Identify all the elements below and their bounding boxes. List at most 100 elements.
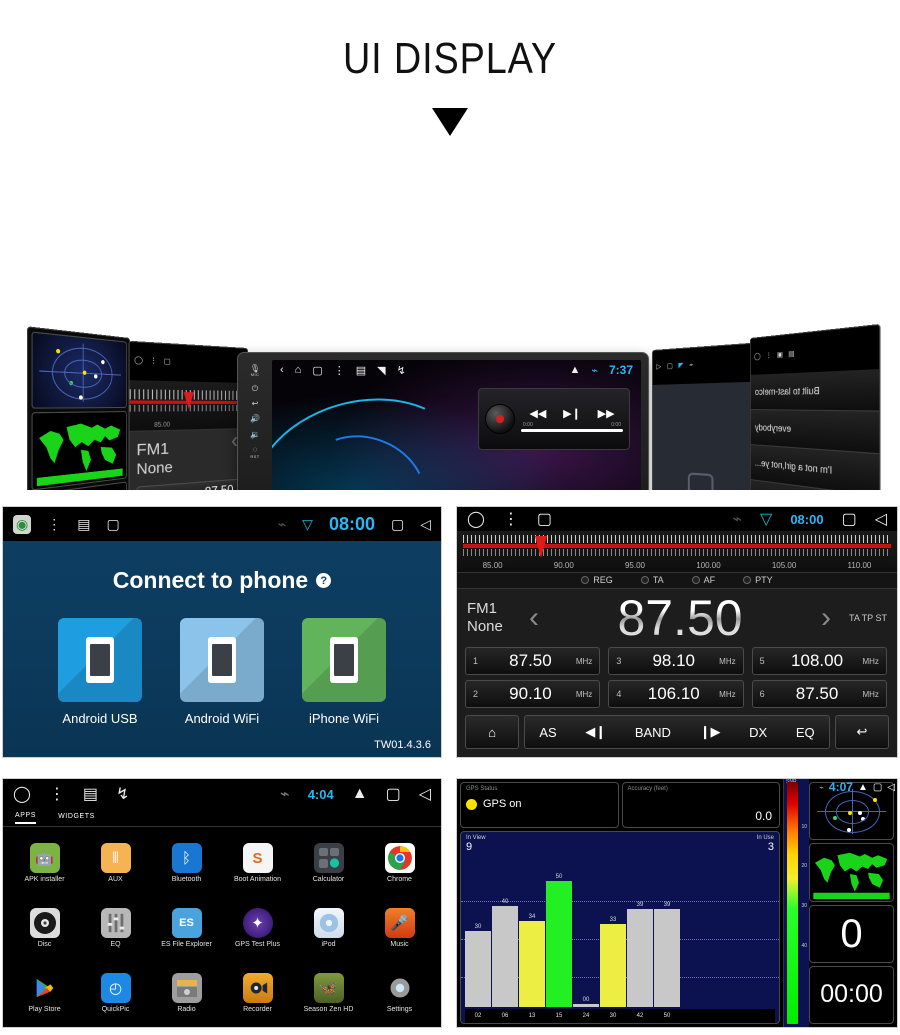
fan-panel-music-list[interactable]: ▤ ▣ ⋮ ◯ Built to last-melco everybody I'… (750, 323, 881, 490)
main-unit-screen[interactable]: ‹ ⌂ ▢ ⋮ ▤ ◥ ↯ ▲ ⌁ 7:37 ◀◀ ▶❙ ▶▶ 0:00 0:0… (272, 360, 641, 490)
eq-button[interactable]: EQ (792, 725, 819, 740)
app-item[interactable]: iPod (293, 896, 364, 961)
chevron-right-icon[interactable]: › (821, 601, 831, 635)
app-item[interactable]: S Boot Animation (222, 831, 293, 896)
overflow-menu-icon[interactable]: ⋮ (503, 509, 519, 529)
app-item[interactable]: Chrome (364, 831, 435, 896)
panel-gps-status[interactable]: GPS Status GPS on Accuracy (feet) 0.0 In… (456, 778, 898, 1028)
app-item[interactable]: Disc (9, 896, 80, 961)
band-button[interactable]: BAND (631, 725, 675, 740)
app-icon[interactable]: ◉ (13, 514, 32, 534)
reset-icon[interactable]: ◌ RST (250, 446, 259, 459)
eject-icon[interactable]: ▲ (858, 782, 868, 793)
app-item[interactable]: 🦋 Season Zen HD (293, 960, 364, 1025)
tuning-dial[interactable]: 85.00 90.00 95.00 100.00 105.00 110.00 (457, 531, 897, 573)
list-item[interactable]: Built to last-melco (750, 369, 880, 413)
snr-bars: 30 40 34 50 00 33 39 39 (465, 866, 775, 1007)
back-icon[interactable]: ◁ (656, 364, 661, 371)
tab-widgets[interactable]: WIDGETS (58, 813, 95, 823)
app-item[interactable]: ✦ GPS Test Plus (222, 896, 293, 961)
fan-radio-dial[interactable]: 85.00 90 (129, 379, 248, 432)
recent-apps-icon[interactable]: ▢ (873, 782, 882, 793)
snr-axis-tick: 24 (582, 1013, 590, 1019)
recent-apps-icon[interactable]: ▢ (386, 784, 401, 804)
snr-bar-value: 30 (474, 924, 482, 931)
overflow-menu-icon[interactable]: ⋮ (49, 784, 65, 804)
back-icon[interactable]: ‹ (280, 364, 284, 376)
app-item[interactable]: ◴ QuickPic (80, 960, 151, 1025)
app-item[interactable]: EQ (80, 896, 151, 961)
home-icon[interactable]: ◯ (467, 509, 485, 529)
play-pause-icon[interactable]: ▶❙ (563, 407, 581, 420)
recent-apps-icon[interactable]: ▢ (667, 363, 673, 370)
app-item[interactable]: Play Store (9, 960, 80, 1025)
preset-button[interactable]: 3 98.10 MHz (608, 647, 744, 675)
next-track-icon[interactable]: ▶▶ (598, 407, 615, 420)
recent-apps-icon[interactable]: ▢ (842, 509, 857, 529)
tab-apps[interactable]: APPS (15, 812, 37, 824)
home-icon[interactable]: ◯ (13, 784, 31, 804)
panel-connect-to-phone[interactable]: ◉ ⋮ ▤ ▢ ⌁ ▽ 08:00 ▢ ◁ Connect to phone ? (2, 506, 442, 758)
preset-button[interactable]: 1 87.50 MHz (465, 647, 601, 675)
media-knob-icon[interactable] (485, 404, 515, 434)
app-item[interactable]: ⦀ AUX (80, 831, 151, 896)
fan-panel-radio[interactable]: ◯ ⋮ ▢ 85.00 90 FM1 None ‹ 1 87.50 2 90.1… (128, 340, 248, 490)
eject-icon[interactable]: ▲ (352, 785, 368, 803)
preset-frequency: 106.10 (647, 684, 700, 703)
media-player-widget[interactable]: ◀◀ ▶❙ ▶▶ 0:00 0:00 (478, 388, 630, 450)
volume-down-icon[interactable]: 🔉 (250, 430, 260, 439)
mic-icon[interactable]: 🎙 MIC (250, 364, 260, 378)
recent-apps-icon[interactable]: ▢ (312, 364, 322, 377)
back-icon[interactable]: ◁ (419, 784, 431, 804)
home-button[interactable]: ⌂ (465, 715, 519, 749)
home-icon[interactable]: ◯ (754, 353, 761, 361)
power-icon[interactable]: ⏻ (252, 384, 258, 393)
app-item[interactable]: 🎤 Music (364, 896, 435, 961)
app-item[interactable]: ᛒ Bluetooth (151, 831, 222, 896)
app-item[interactable]: 🤖 APK installer (9, 831, 80, 896)
home-icon[interactable]: ⌂ (295, 364, 302, 376)
eject-icon[interactable]: ▲ (569, 364, 580, 376)
back-arrow-icon[interactable]: ↩ (835, 715, 889, 749)
back-icon[interactable]: ◁ (875, 509, 887, 529)
rds-toggle-ta[interactable]: TA (640, 575, 664, 586)
previous-track-icon[interactable]: ◀◀ (529, 407, 546, 420)
seek-down-icon[interactable]: ◀❙ (581, 724, 610, 740)
panel-radio[interactable]: ◯ ⋮ ▢ ⌁ ▽ 08:00 ▢ ◁ 85.00 90.00 95.00 10… (456, 506, 898, 758)
dx-button[interactable]: DX (745, 725, 771, 740)
option-android-usb[interactable]: Android USB (58, 618, 142, 726)
rds-toggle-pty[interactable]: PTY (743, 575, 773, 585)
app-item[interactable]: ES ES File Explorer (151, 896, 222, 961)
fan-panel-gps-test[interactable]: 0 00:00 (27, 326, 130, 490)
preset-button[interactable]: 6 87.50 MHz (751, 680, 887, 708)
media-progress-bar[interactable] (521, 428, 623, 432)
app-item[interactable]: Settings (364, 960, 435, 1025)
app-item[interactable]: Recorder (222, 960, 293, 1025)
preset-button[interactable]: 1 87.50 (136, 478, 242, 490)
option-android-wifi[interactable]: Android WiFi (180, 618, 264, 726)
recent-apps-icon[interactable]: ▢ (391, 516, 404, 533)
overflow-menu-icon[interactable]: ⋮ (47, 516, 61, 533)
back-icon[interactable]: ◁ (887, 782, 895, 793)
as-button[interactable]: AS (535, 725, 560, 740)
chevron-left-icon[interactable]: ‹ (529, 601, 539, 635)
app-item[interactable]: Calculator (293, 831, 364, 896)
app-item[interactable]: Radio (151, 960, 222, 1025)
preset-button[interactable]: 2 90.10 MHz (465, 680, 601, 708)
panel-app-drawer[interactable]: ◯ ⋮ ▤ ↯ ⌁ 4:04 ▲ ▢ ◁ APPS WIDGETS 🤖 APK i… (2, 778, 442, 1028)
rds-label: TA (652, 575, 664, 586)
overflow-menu-icon[interactable]: ⋮ (766, 352, 772, 360)
preset-number: 3 (616, 656, 622, 666)
rds-toggle-af[interactable]: AF (691, 575, 715, 585)
back-icon[interactable]: ↩ (252, 399, 259, 408)
preset-button[interactable]: 5 108.00 MHz (751, 647, 887, 675)
back-icon[interactable]: ◁ (420, 516, 431, 533)
option-iphone-wifi[interactable]: iPhone WiFi (302, 618, 386, 726)
help-icon[interactable]: ? (316, 573, 332, 588)
overflow-menu-icon[interactable]: ⋮ (334, 364, 345, 377)
fan-panel-wifi-hotspot[interactable]: ⌁ ◥ ▢ ◁ ◉ WiFi (652, 342, 755, 490)
preset-button[interactable]: 4 106.10 MHz (608, 680, 744, 708)
volume-up-icon[interactable]: 🔊 (250, 414, 260, 423)
rds-toggle-reg[interactable]: REG (581, 575, 613, 585)
seek-up-icon[interactable]: ❙▶ (696, 724, 725, 740)
